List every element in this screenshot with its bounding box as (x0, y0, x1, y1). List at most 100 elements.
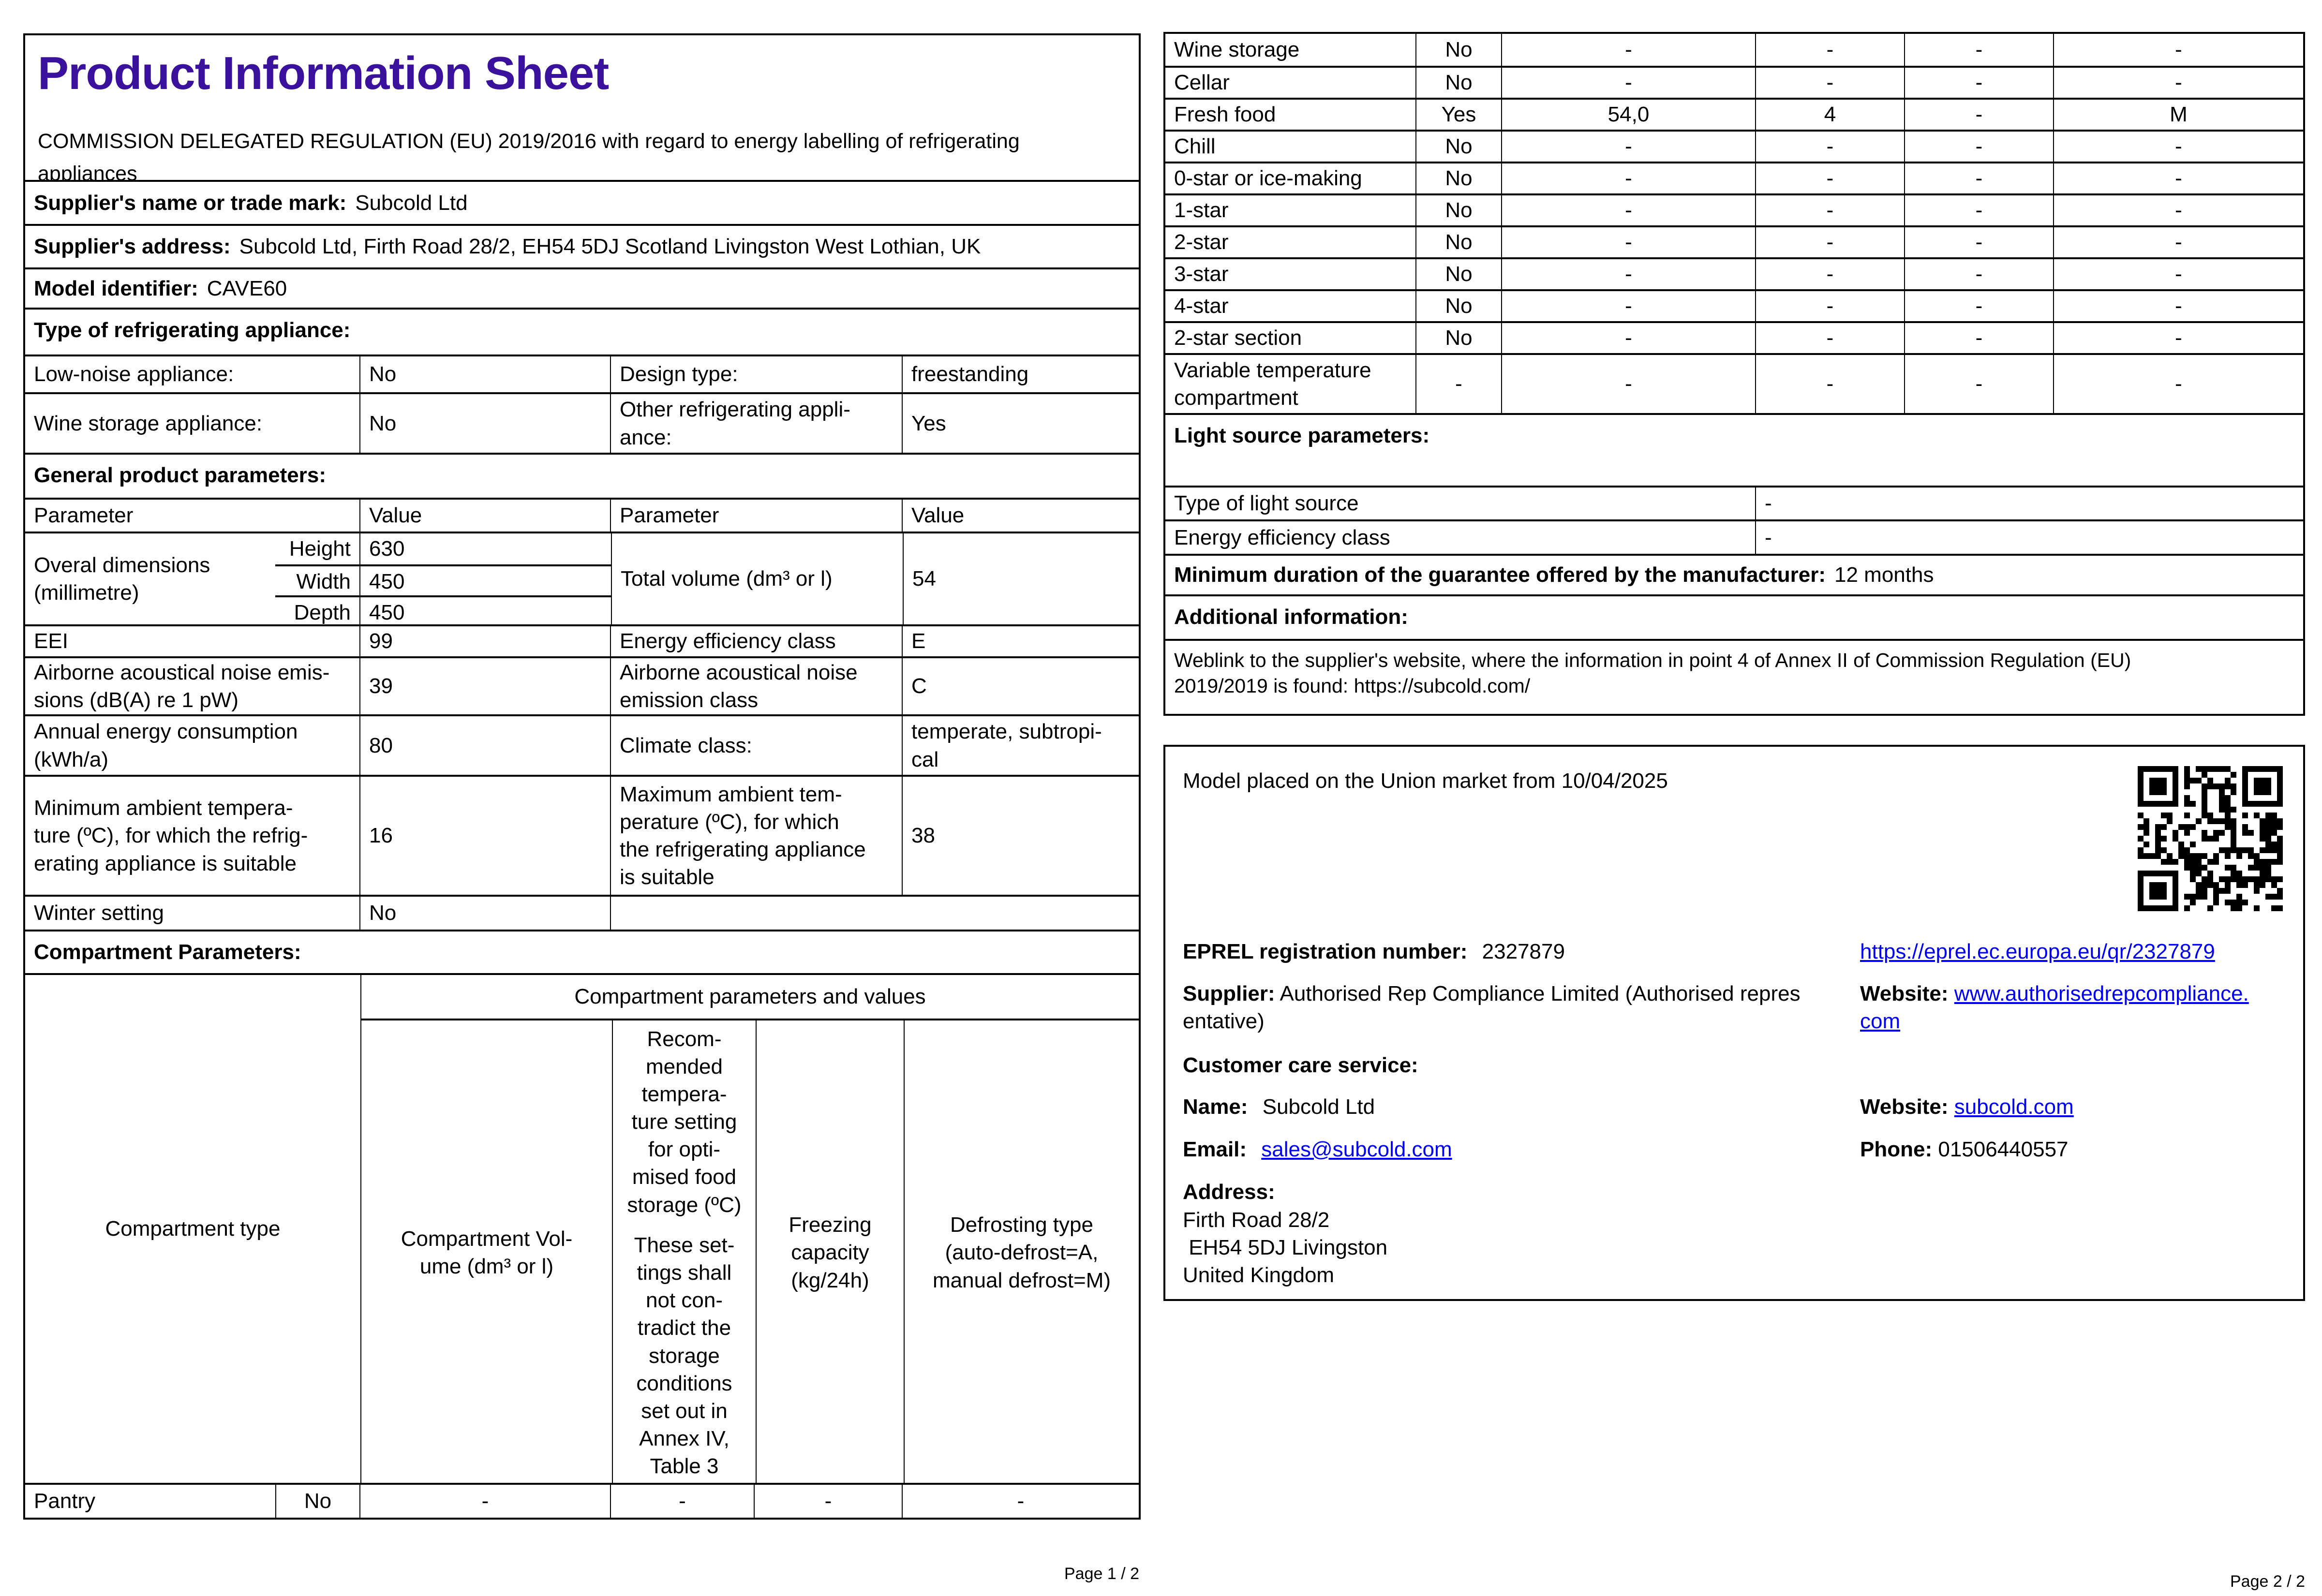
row-defrost: - (2175, 38, 2182, 62)
compartment-name-cell: 4-star (1165, 291, 1415, 321)
table-row: 2-star No - - - - (1165, 225, 2303, 257)
compartment-name-cell: 1-star (1165, 195, 1415, 225)
compartment-temp-cell: - (1755, 355, 1904, 413)
row-defrost: - (2175, 230, 2182, 254)
email-link[interactable]: sales@subcold.com (1261, 1138, 1452, 1161)
compartment-header: Compartment type Compartment parameters … (25, 973, 1139, 1485)
total-volume-label: Total volume (dm³ or l) (621, 567, 833, 591)
guarantee-value: 12 months (1834, 563, 1934, 587)
row-volume: - (1625, 294, 1632, 318)
info-box: Model placed on the Union market from 10… (1163, 745, 2305, 1301)
compartment-freezing-cell: - (1904, 68, 2053, 98)
address-lines: Firth Road 28/2 EH54 5DJ Livingston Unit… (1183, 1206, 1387, 1289)
care-name-value: Subcold Ltd (1262, 1095, 1375, 1119)
model-identifier-row: Model identifier: CAVE60 (25, 267, 1139, 308)
row-yn: No (1445, 166, 1473, 191)
row-defrost: - (2175, 326, 2182, 350)
defrosting-type-header-text: Defrosting type (auto-defrost=A, manual … (932, 1213, 1111, 1292)
page-1: Product Information Sheet COMMISSION DEL… (23, 33, 1141, 1520)
width-label: Width (296, 570, 351, 594)
energy-class-value: E (911, 629, 926, 653)
eprel-number: 2327879 (1482, 940, 1565, 963)
phone-label: Phone: (1860, 1138, 1933, 1161)
compartment-freezing-cell: - (1904, 34, 2053, 66)
supplier-name-cell: Supplier's name or trade mark: Subcold L… (25, 182, 1139, 224)
row-freezing: - (1975, 134, 1983, 159)
row-defrost: - (2175, 294, 2182, 318)
table-row: Variable temperature compartment - - - -… (1165, 353, 2303, 413)
recommended-temp-note-text: These set- tings shall not con- tradict … (634, 1233, 735, 1478)
compartment-section-title: Compartment Parameters: (34, 940, 301, 964)
table-row: Annual energy consumption (kWh/a) 80 Cli… (25, 714, 1139, 775)
total-volume-value: 54 (912, 567, 936, 591)
compartment-type-header: Compartment type (25, 975, 360, 1483)
row-temp: - (1826, 262, 1834, 286)
compartment-type-header-text: Compartment type (105, 1217, 281, 1241)
compartment-volume-header: Compartment Vol- ume (dm³ or l) (361, 1020, 612, 1485)
cell-label: Minimum ambient tempera- ture (ºC), for … (25, 777, 359, 895)
dimensions-label-cell: Overal dimensions (millimetre) (25, 533, 275, 624)
light-energy-class-value: - (1755, 521, 2303, 554)
row-label: 2-star section (1174, 326, 1302, 350)
compartment-defrost-cell: - (2053, 132, 2303, 162)
compartment-defrost-cell: - (2053, 68, 2303, 98)
winter-setting-row: Winter setting No (25, 895, 1139, 930)
total-volume-label-cell: Total volume (dm³ or l) (611, 533, 903, 624)
compartment-yn-cell: No (275, 1485, 359, 1518)
cell-label: Winter setting (25, 897, 359, 930)
climate-class-label: Climate class: (620, 733, 752, 757)
cell-value: 39 (359, 658, 610, 714)
cell-value: 99 (359, 626, 610, 656)
dimension-key: Height (275, 533, 359, 564)
compartment-yn-cell: No (1415, 68, 1501, 98)
compartment-defrost-cell: M (2053, 100, 2303, 130)
guarantee-row: Minimum duration of the guarantee offere… (1165, 554, 2303, 594)
cell-label: Wine storage appliance: (25, 394, 359, 453)
pantry-yn: No (304, 1489, 332, 1513)
light-energy-class-value-text: - (1765, 525, 1772, 549)
supplier-pair: Supplier: Authorised Rep Compliance Limi… (1183, 980, 1826, 1035)
page-1-footer: Page 1 / 2 (23, 1563, 1139, 1584)
row-defrost: M (2170, 103, 2188, 127)
table-row: Cellar No - - - - (1165, 66, 2303, 98)
cell-value: C (902, 658, 1139, 714)
min-ambient-value: 16 (369, 824, 393, 848)
table-row: 0-star or ice-making No - - - - (1165, 162, 2303, 193)
wine-storage-appliance-label: Wine storage appliance: (34, 411, 263, 435)
table-row: 1-star No - - - - (1165, 193, 2303, 225)
care-website-link[interactable]: subcold.com (1954, 1095, 2074, 1119)
row-temp: - (1826, 198, 1834, 222)
height-value: 630 (369, 537, 405, 561)
eprel-label: EPREL registration number: (1183, 940, 1468, 963)
care-name-label: Name: (1183, 1095, 1248, 1119)
energy-class-label: Energy efficiency class (620, 629, 836, 653)
cell-label: Annual energy consumption (kWh/a) (25, 716, 359, 775)
table-row: EEI 99 Energy efficiency class E (25, 624, 1139, 656)
eprel-link[interactable]: https://eprel.ec.europa.eu/qr/2327879 (1860, 938, 2215, 965)
compartment-volume-cell: - (1501, 259, 1755, 289)
page-2-footer-text: Page 2 / 2 (2230, 1572, 2305, 1591)
compartment-span-header-text: Compartment parameters and values (574, 985, 926, 1009)
compartment-defrost-cell: - (2053, 259, 2303, 289)
table-row: Depth 450 (275, 595, 611, 628)
compartment-temp-cell: - (1755, 34, 1904, 66)
column-header: Parameter (610, 500, 902, 532)
compartment-span-header: Compartment parameters and values (361, 975, 1139, 1019)
light-section-row: Light source parameters: (1165, 413, 2303, 486)
type-section-title: Type of refrigerating appliance: (34, 318, 351, 342)
compartment-freezing-cell: - (1904, 323, 2053, 353)
row-label: Variable temperature compartment (1174, 358, 1371, 410)
cell-value: No (359, 394, 610, 453)
compartment-header-right: Compartment parameters and values Compar… (360, 975, 1139, 1485)
compartment-freezing-cell: - (1904, 227, 2053, 257)
column-header: Value (359, 500, 610, 532)
table-row: 3-star No - - - - (1165, 257, 2303, 289)
compartment-volume-cell: - (359, 1485, 610, 1518)
total-volume-value-cell: 54 (903, 533, 1139, 624)
cell-label: EEI (25, 626, 359, 656)
light-section-cell: Light source parameters: (1165, 415, 2303, 486)
row-volume: - (1625, 71, 1632, 95)
address-label-line: Address: (1183, 1178, 1275, 1206)
row-label: 1-star (1174, 198, 1229, 222)
model-identifier-value: CAVE60 (207, 276, 287, 300)
